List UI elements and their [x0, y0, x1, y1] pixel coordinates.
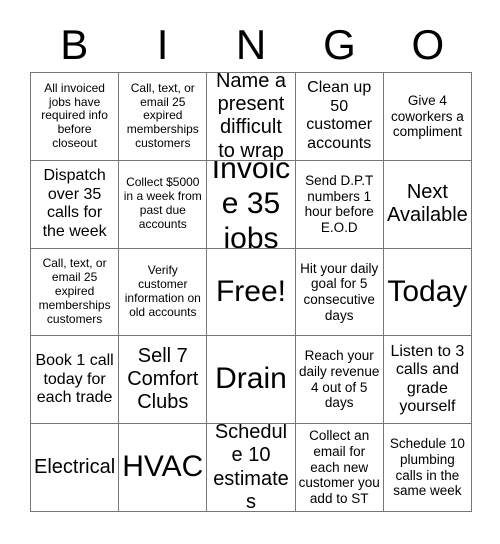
bingo-header: BINGO — [30, 18, 472, 72]
bingo-cell-label: Call, text, or email 25 expired membersh… — [38, 256, 111, 326]
bingo-cell-r4c2[interactable]: Sell 7 Comfort Clubs — [119, 336, 208, 425]
bingo-cell-label: Sell 7 Comfort Clubs — [127, 345, 199, 414]
bingo-cell-r2c5[interactable]: Next Available — [383, 160, 472, 249]
bingo-cell-label: Book 1 call today for each trade — [35, 351, 114, 407]
bingo-cell-r5c2[interactable]: HVAC — [119, 424, 208, 512]
bingo-cell-label: Clean up 50 customer accounts — [306, 79, 373, 152]
bingo-cell-label: Verify customer information on old accou… — [124, 263, 201, 319]
bingo-header-letter-i: I — [156, 21, 169, 68]
bingo-cell-r5c1[interactable]: Electrical — [31, 424, 120, 512]
bingo-cell-r4c5[interactable]: Listen to 3 calls and grade yourself — [383, 336, 472, 425]
bingo-cell-r2c2[interactable]: Collect $5000 in a week from past due ac… — [119, 160, 208, 249]
bingo-cell-r4c1[interactable]: Book 1 call today for each trade — [31, 336, 120, 425]
bingo-cell-r3c1[interactable]: Call, text, or email 25 expired membersh… — [31, 248, 120, 337]
bingo-cell-label: All invoiced jobs have required info bef… — [41, 80, 108, 151]
bingo-card: B I N G O All invoiced jobs have required in… — [0, 0, 500, 544]
bingo-cell-r5c5[interactable]: Schedule 10 plumbing calls in the same w… — [383, 424, 472, 512]
bingo-cell-label: Invoice 35 jobs — [211, 160, 291, 249]
bingo-header-letter-n: N — [235, 21, 267, 68]
bingo-cell-label: Call, text, or email 25 expired membersh… — [126, 80, 199, 151]
bingo-header-letter-b: B — [60, 21, 89, 68]
bingo-cell-label: Send D.P.T numbers 1 hour before E.O.D — [304, 172, 374, 235]
bingo-cell-label: Schedule 10 estimates — [213, 424, 289, 512]
bingo-cell-label: Free! — [215, 274, 286, 308]
bingo-cell-label: Dispatch over 35 calls for the week — [42, 167, 107, 240]
bingo-cell-label: Drain — [215, 362, 287, 396]
bingo-cell-r2c4[interactable]: Send D.P.T numbers 1 hour before E.O.D — [295, 160, 384, 249]
bingo-grid: All invoiced jobs have required info bef… — [30, 72, 472, 512]
bingo-cell-label: Next Available — [386, 181, 468, 227]
bingo-cell-r5c3[interactable]: Schedule 10 estimates — [207, 424, 296, 512]
bingo-cell-r4c3[interactable]: Drain — [207, 336, 296, 425]
bingo-cell-r1c3[interactable]: Name a present difficult to wrap — [207, 73, 296, 161]
bingo-cell-label: HVAC — [122, 450, 204, 484]
bingo-cell-r3c4[interactable]: Hit your daily goal for 5 consecutive da… — [295, 248, 384, 337]
bingo-cell-label: Electrical — [34, 456, 116, 478]
bingo-cell-r3c5[interactable]: Today — [383, 248, 472, 337]
bingo-cell-r2c1[interactable]: Dispatch over 35 calls for the week — [31, 160, 120, 249]
bingo-cell-label: Give 4 coworkers a compliment — [391, 92, 464, 140]
bingo-header-letter-o: O — [411, 21, 445, 68]
bingo-cell-label: Name a present difficult to wrap — [215, 73, 286, 161]
bingo-cell-r5c4[interactable]: Collect an email for each new customer y… — [295, 424, 384, 512]
bingo-cell-label: Reach your daily revenue 4 out of 5 days — [299, 348, 380, 411]
bingo-cell-r2c3[interactable]: Invoice 35 jobs — [207, 160, 296, 249]
bingo-cell-r1c4[interactable]: Clean up 50 customer accounts — [295, 73, 384, 161]
bingo-cell-label: Hit your daily goal for 5 consecutive da… — [300, 260, 379, 323]
bingo-cell-r4c4[interactable]: Reach your daily revenue 4 out of 5 days — [295, 336, 384, 425]
bingo-cell-r1c5[interactable]: Give 4 coworkers a compliment — [383, 73, 472, 161]
bingo-free-space[interactable]: Free! — [207, 248, 296, 337]
bingo-cell-label: Collect an email for each new customer y… — [298, 428, 380, 507]
bingo-header-letter-g: G — [323, 21, 356, 68]
bingo-cell-r3c2[interactable]: Verify customer information on old accou… — [119, 248, 208, 337]
bingo-cell-label: Schedule 10 plumbing calls in the same w… — [389, 436, 465, 499]
bingo-cell-label: Today — [387, 274, 468, 308]
bingo-cell-label: Listen to 3 calls and grade yourself — [390, 342, 465, 416]
bingo-cell-r1c1[interactable]: All invoiced jobs have required info bef… — [31, 73, 120, 161]
bingo-cell-label: Collect $5000 in a week from past due ac… — [123, 175, 202, 232]
bingo-cell-r1c2[interactable]: Call, text, or email 25 expired membersh… — [119, 73, 208, 161]
